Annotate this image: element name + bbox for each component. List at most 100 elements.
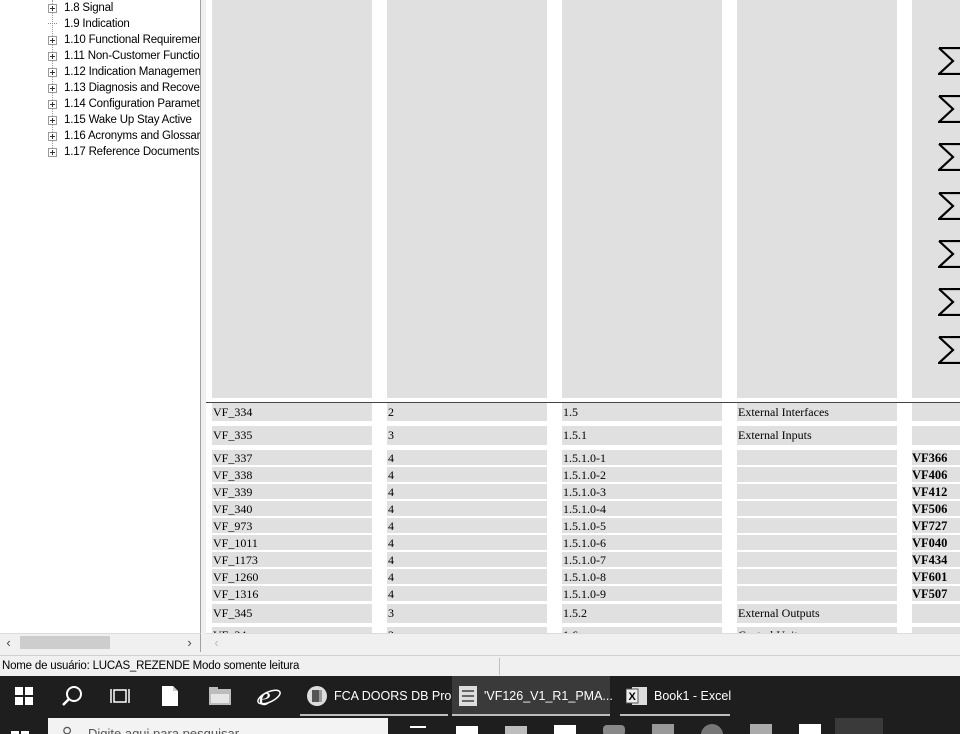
cell-heading[interactable] bbox=[737, 467, 897, 482]
table-row[interactable]: VF_973 4 1.5.1.0-5 VF727 bbox=[206, 518, 960, 533]
taskbar-search-box[interactable]: ⚲ Digite aqui para pesquisar bbox=[48, 718, 388, 734]
cell-number[interactable]: 1.5.1.0-2 bbox=[562, 467, 722, 482]
cell-id[interactable]: VF_335 bbox=[212, 426, 372, 445]
expand-plus-icon[interactable] bbox=[48, 3, 57, 13]
cell-ref[interactable]: VF434 bbox=[912, 552, 960, 567]
cell-level[interactable]: 4 bbox=[387, 450, 547, 465]
cell-heading[interactable] bbox=[737, 518, 897, 533]
taskbar-app-button[interactable]: 'VF126_V1_R1_PMA... bbox=[452, 676, 613, 716]
table-row[interactable]: VF_1260 4 1.5.1.0-8 VF601 bbox=[206, 569, 960, 584]
cell-ref[interactable] bbox=[912, 403, 960, 421]
cell-heading[interactable] bbox=[737, 484, 897, 499]
tree-item[interactable]: 1.10 Functional Requiremen bbox=[48, 32, 200, 48]
taskbar-app-button[interactable]: FCA DOORS DB Pro... bbox=[300, 676, 462, 716]
cell-ref[interactable]: VF040 bbox=[912, 535, 960, 550]
tree-item[interactable]: 1.11 Non-Customer Functior bbox=[48, 48, 200, 64]
tree-item[interactable]: 1.12 Indication Managemen bbox=[48, 64, 200, 80]
cell-id[interactable]: VF_334 bbox=[212, 403, 372, 421]
task-view-icon[interactable] bbox=[96, 676, 144, 716]
tree-item[interactable]: 1.16 Acronyms and Glossary bbox=[48, 128, 200, 144]
cell-number[interactable]: 1.5.1.0-9 bbox=[562, 586, 722, 601]
module-grid[interactable]: VF_334 2 1.5 External Interfaces VF_335 3 1.5.… bbox=[206, 0, 960, 633]
cell-ref[interactable]: VF727 bbox=[912, 518, 960, 533]
app-icon[interactable] bbox=[652, 724, 674, 734]
cell-heading[interactable] bbox=[737, 450, 897, 465]
column-header-number[interactable] bbox=[562, 0, 722, 398]
cell-level[interactable]: 4 bbox=[387, 467, 547, 482]
tree-item[interactable]: 1.17 Reference Documents bbox=[48, 144, 199, 160]
column-header-level[interactable] bbox=[387, 0, 547, 398]
expand-plus-icon[interactable] bbox=[48, 35, 57, 45]
cell-level[interactable]: 3 bbox=[387, 604, 547, 623]
cell-heading[interactable] bbox=[737, 552, 897, 567]
tree-horizontal-scrollbar[interactable]: ‹ › bbox=[0, 633, 201, 652]
expand-plus-icon[interactable] bbox=[48, 99, 57, 109]
scrollbar-thumb[interactable] bbox=[20, 636, 110, 649]
column-header-id[interactable] bbox=[212, 0, 372, 398]
cell-ref[interactable]: VF412 bbox=[912, 484, 960, 499]
grid-horizontal-scrollbar[interactable]: ‹ bbox=[206, 633, 960, 652]
table-row[interactable]: VF_334 2 1.5 External Interfaces bbox=[206, 403, 960, 421]
cell-heading[interactable]: External Outputs bbox=[737, 604, 897, 623]
cell-number[interactable]: 1.5.1.0-8 bbox=[562, 569, 722, 584]
cell-ref[interactable]: VF506 bbox=[912, 501, 960, 516]
cell-number[interactable]: 1.5.1.0-5 bbox=[562, 518, 722, 533]
tree-item[interactable]: 1.15 Wake Up Stay Active bbox=[48, 112, 192, 128]
expand-plus-icon[interactable] bbox=[48, 115, 57, 125]
cell-level[interactable]: 2 bbox=[387, 403, 547, 421]
cell-id[interactable]: VF_1173 bbox=[212, 552, 372, 567]
scroll-left-arrow-icon[interactable]: ‹ bbox=[0, 634, 17, 651]
table-row[interactable]: VF_335 3 1.5.1 External Inputs bbox=[206, 426, 960, 445]
search-icon[interactable] bbox=[48, 676, 96, 716]
cell-heading[interactable] bbox=[737, 501, 897, 516]
tree-item[interactable]: 1.14 Configuration Paramete bbox=[48, 96, 200, 112]
cell-number[interactable]: 1.5 bbox=[562, 403, 722, 421]
app-icon[interactable] bbox=[750, 724, 772, 734]
cell-heading[interactable] bbox=[737, 535, 897, 550]
search-input[interactable]: Digite aqui para pesquisar bbox=[88, 726, 239, 734]
expand-plus-icon[interactable] bbox=[48, 131, 57, 141]
cell-id[interactable]: VF_1011 bbox=[212, 535, 372, 550]
cell-level[interactable]: 3 bbox=[387, 426, 547, 445]
tree-item[interactable]: 1.13 Diagnosis and Recove bbox=[48, 80, 200, 96]
cell-id[interactable]: VF_345 bbox=[212, 604, 372, 623]
module-tree[interactable]: 1.8 Signal 1.9 Indication 1.10 Functional … bbox=[0, 0, 201, 633]
cell-number[interactable]: 1.5.1.0-4 bbox=[562, 501, 722, 516]
cell-heading[interactable] bbox=[737, 586, 897, 601]
tree-item[interactable]: 1.8 Signal bbox=[48, 0, 113, 16]
table-row[interactable]: VF_337 4 1.5.1.0-1 VF366 bbox=[206, 450, 960, 465]
cell-number[interactable]: 1.5.1.0-6 bbox=[562, 535, 722, 550]
cell-level[interactable]: 4 bbox=[387, 569, 547, 584]
cell-level[interactable]: 4 bbox=[387, 586, 547, 601]
scroll-left-arrow-icon[interactable]: ‹ bbox=[208, 634, 225, 651]
cell-id[interactable]: VF_1260 bbox=[212, 569, 372, 584]
file-icon[interactable] bbox=[146, 676, 194, 716]
expand-plus-icon[interactable] bbox=[48, 147, 57, 157]
file-explorer-icon[interactable] bbox=[196, 676, 244, 716]
cell-number[interactable]: 1.5.1 bbox=[562, 426, 722, 445]
windows-start-icon[interactable] bbox=[10, 726, 30, 734]
app-icon[interactable] bbox=[799, 724, 821, 734]
scroll-right-arrow-icon[interactable]: › bbox=[181, 634, 198, 651]
table-row[interactable]: VF_1316 4 1.5.1.0-9 VF507 bbox=[206, 586, 960, 601]
cell-ref[interactable]: VF366 bbox=[912, 450, 960, 465]
cell-id[interactable]: VF_337 bbox=[212, 450, 372, 465]
cell-ref[interactable]: VF507 bbox=[912, 586, 960, 601]
table-row[interactable]: VF_1173 4 1.5.1.0-7 VF434 bbox=[206, 552, 960, 567]
table-row[interactable]: VF_338 4 1.5.1.0-2 VF406 bbox=[206, 467, 960, 482]
cell-ref[interactable]: VF406 bbox=[912, 467, 960, 482]
expand-plus-icon[interactable] bbox=[48, 67, 57, 77]
cell-level[interactable]: 4 bbox=[387, 518, 547, 533]
cell-level[interactable]: 4 bbox=[387, 535, 547, 550]
table-row[interactable]: VF_1011 4 1.5.1.0-6 VF040 bbox=[206, 535, 960, 550]
cell-id[interactable]: VF_1316 bbox=[212, 586, 372, 601]
cell-number[interactable]: 1.5.1.0-1 bbox=[562, 450, 722, 465]
tree-item[interactable]: 1.9 Indication bbox=[48, 16, 130, 32]
table-row[interactable]: VF_339 4 1.5.1.0-3 VF412 bbox=[206, 484, 960, 499]
cell-heading[interactable]: External Inputs bbox=[737, 426, 897, 445]
cell-heading[interactable]: External Interfaces bbox=[737, 403, 897, 421]
cell-ref[interactable] bbox=[912, 604, 960, 623]
task-view-icon[interactable] bbox=[410, 726, 426, 734]
taskbar-app-button[interactable]: X Book1 - Excel bbox=[620, 676, 731, 716]
cell-ref[interactable] bbox=[912, 426, 960, 445]
